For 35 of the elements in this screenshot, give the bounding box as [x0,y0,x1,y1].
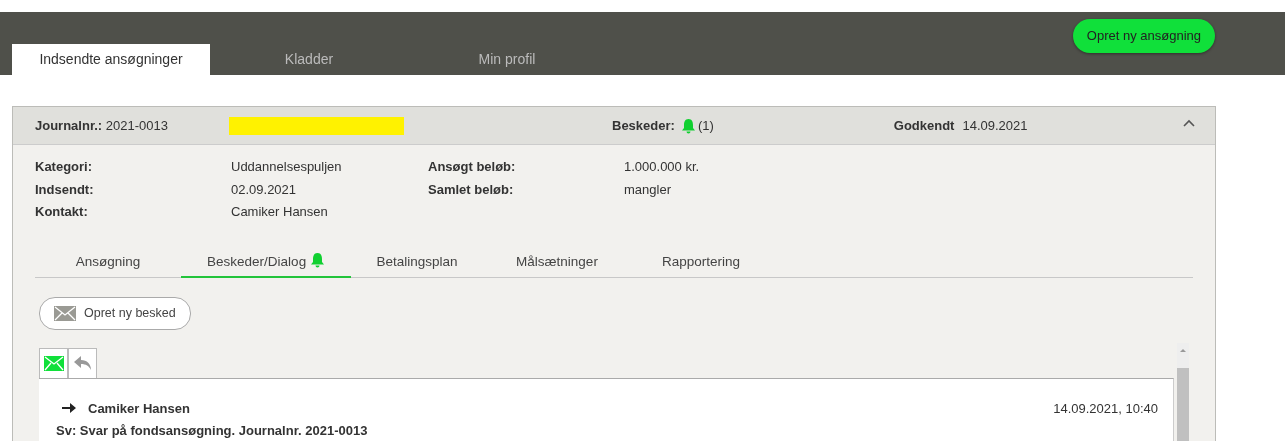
detail-label: Samlet beløb: [428,180,515,199]
tab[interactable]: Rapportering [631,251,771,277]
detail-label: Indsendt: [35,180,95,199]
arrow-right-icon [62,402,76,415]
message-sender: Camiker Hansen [88,399,190,418]
detail-value: 1.000.000 kr. [624,158,701,176]
nav-tab[interactable]: Indsendte ansøgninger [12,44,210,75]
status-label: Godkendt [893,116,955,135]
detail-value: 02.09.2021 [231,180,298,199]
tab[interactable]: Betalingsplan [351,251,483,277]
tab[interactable]: Ansøgning [35,251,181,277]
collapse-icon[interactable] [1183,119,1195,127]
detail-value: Uddannelsespuljen [231,158,343,176]
filter-button[interactable] [39,347,68,378]
new-application-button[interactable]: Opret ny ansøgning [1072,19,1215,53]
journal-number: Journalnr.: 2021-0013 [35,116,169,135]
envelope-icon [43,355,64,371]
detail-value: Camiker Hansen [231,203,329,221]
filter-button[interactable] [68,347,97,378]
detail-value: mangler [624,180,672,199]
tab[interactable]: Målsætninger [483,251,631,277]
new-message-button[interactable]: Opret ny besked [39,296,191,330]
detail-label: Kategori: [35,158,94,176]
reply-icon [72,355,93,371]
messages-label: Beskeder: [612,116,675,135]
tab[interactable]: Beskeder/Dialog [181,251,351,278]
message-count: (1) [697,116,714,135]
detail-label: Ansøgt beløb: [428,158,517,176]
envelope-icon [54,305,76,321]
detail-label: Kontakt: [35,203,89,221]
message-time: 14.09.2021, 10:40 [1053,399,1158,418]
message-subject: Sv: Svar på fondsansøgning. Journalnr. 2021-0013 [56,422,369,441]
nav-tab[interactable]: Min profil [408,44,606,75]
nav-tab[interactable]: Kladder [210,44,408,75]
status-date: 14.09.2021 [962,116,1028,135]
